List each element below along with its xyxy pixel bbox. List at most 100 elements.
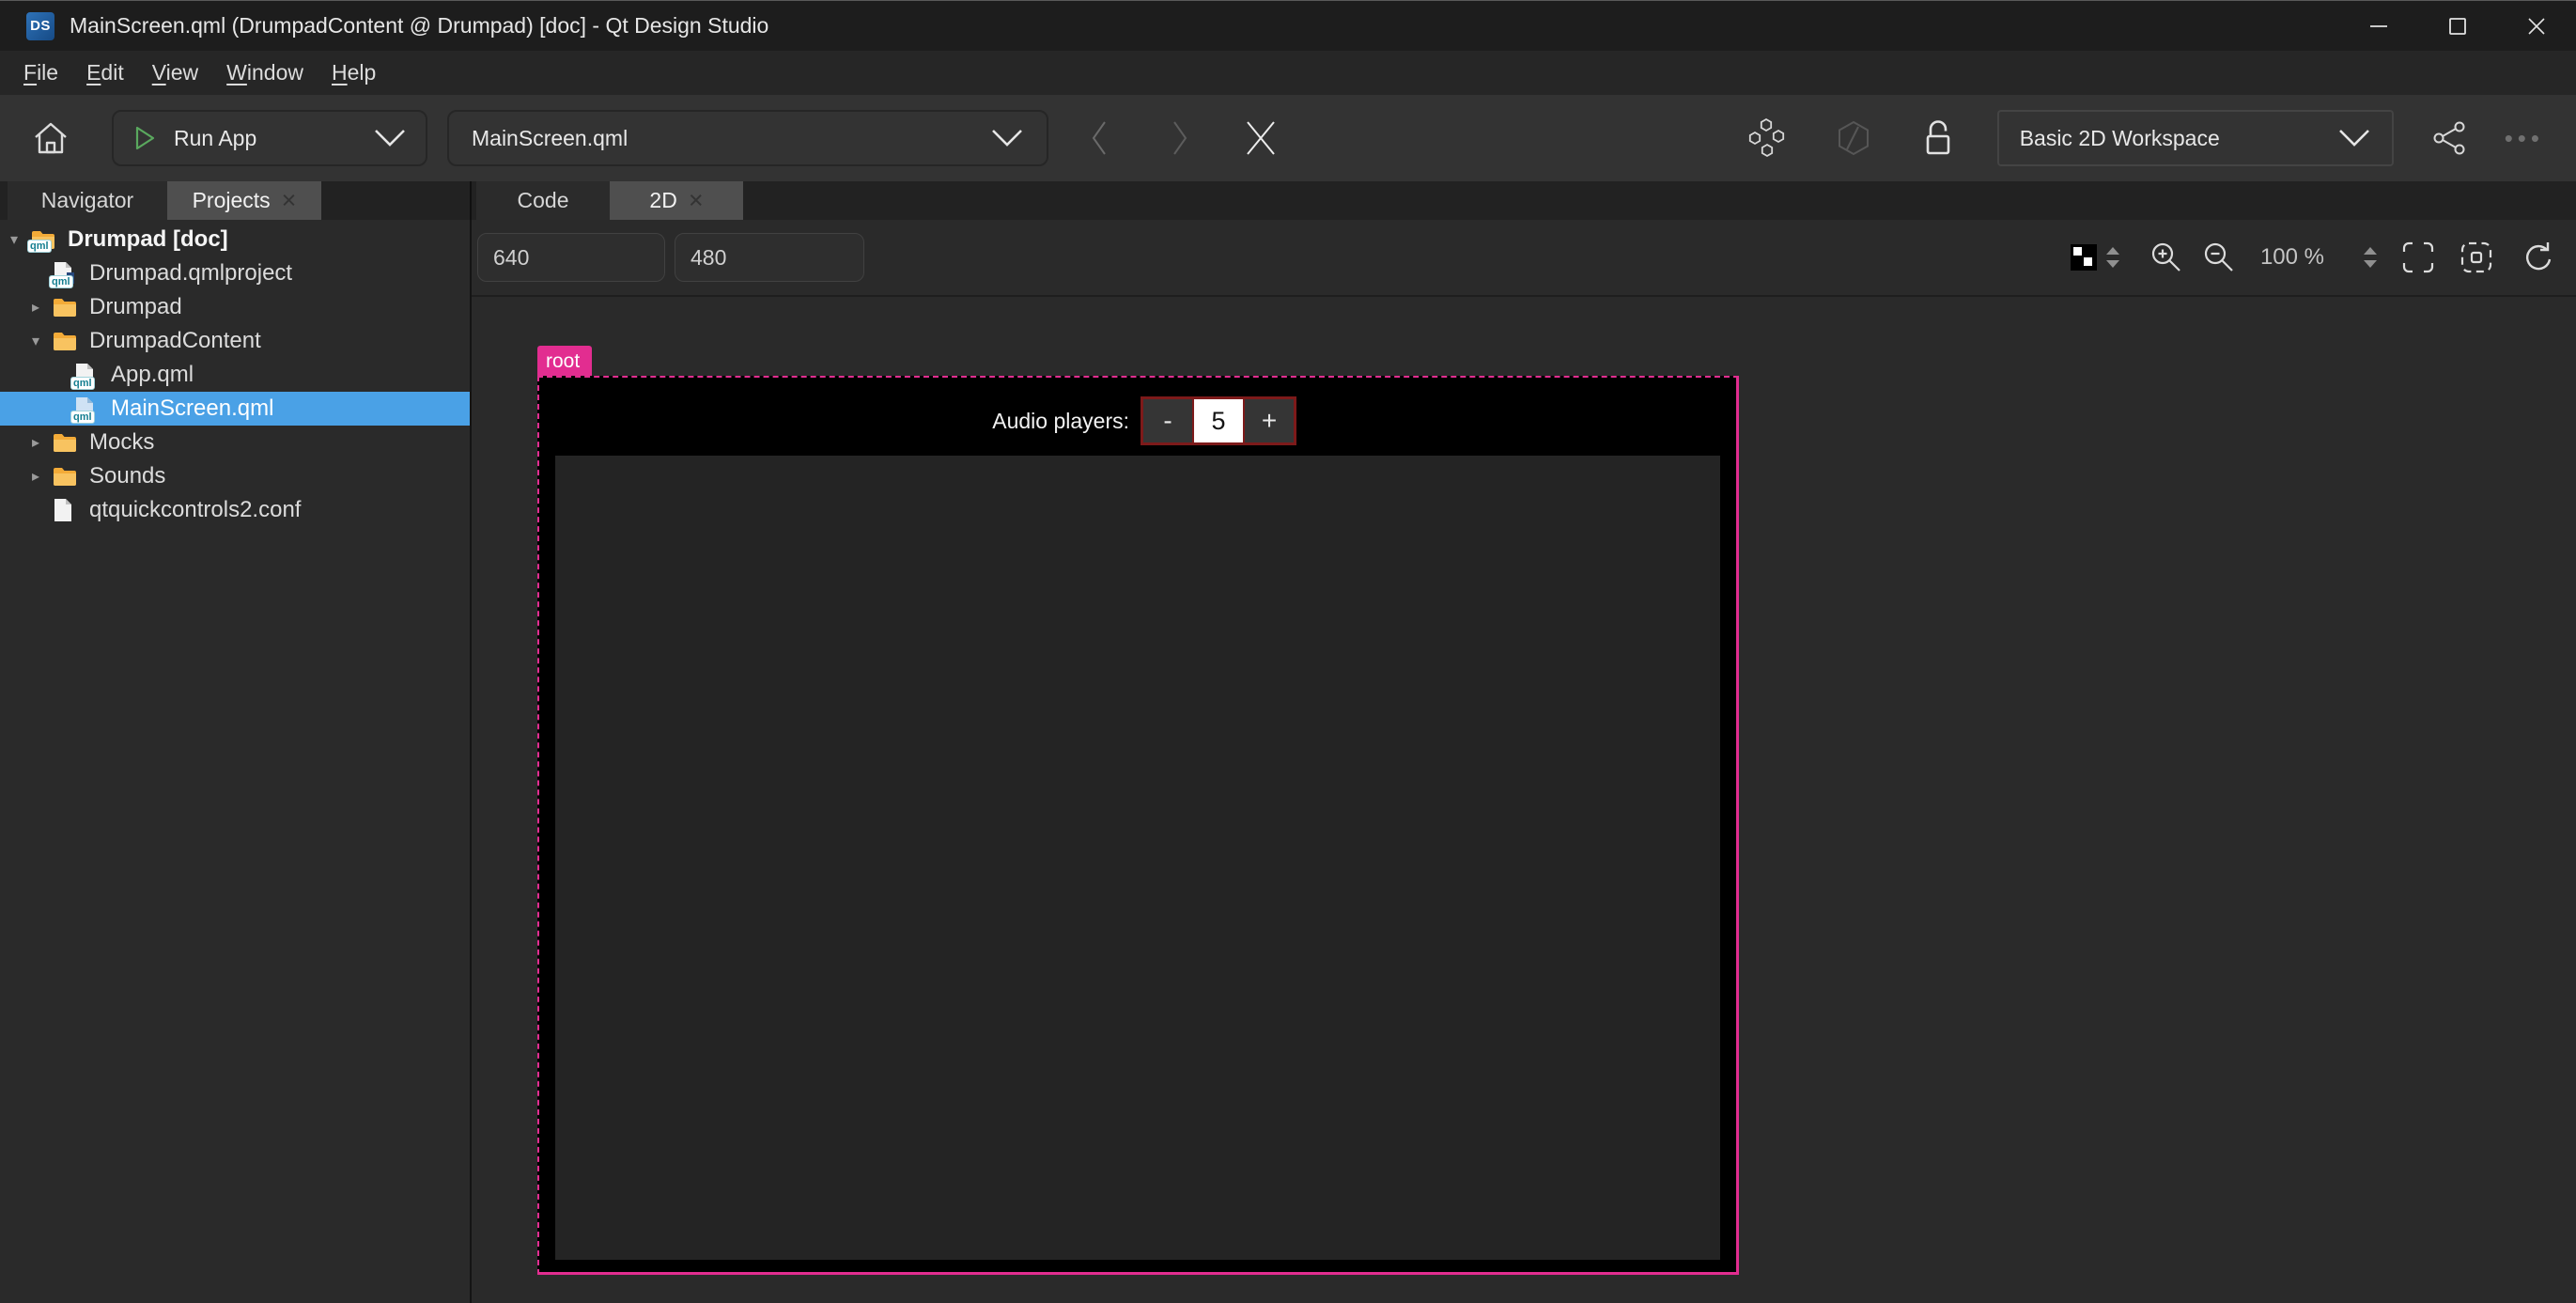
up-down-arrows-icon (2362, 244, 2379, 271)
drumpad-grid-area[interactable] (555, 456, 1720, 1260)
spin-increase-button[interactable]: + (1245, 399, 1294, 442)
root-item-tag[interactable]: root (537, 346, 592, 377)
spin-value[interactable]: 5 (1192, 399, 1245, 442)
expand-arrow[interactable]: ▸ (32, 433, 53, 452)
design-pane: 100 % (472, 220, 2576, 1303)
menu-file[interactable]: File (9, 60, 72, 85)
workspace-selector[interactable]: Basic 2D Workspace (1997, 110, 2394, 166)
close-icon[interactable]: × (689, 188, 704, 213)
minimize-button[interactable] (2339, 1, 2418, 51)
background-color-toggle[interactable] (2071, 244, 2097, 271)
tree-item-mainscreen-qml[interactable]: qml MainScreen.qml (0, 392, 470, 426)
tree-item-label: Mocks (89, 429, 154, 456)
tree-item-qtquickcontrols2-conf[interactable]: qtquickcontrols2.conf (0, 493, 470, 527)
left-panel-tabs: Navigator Projects × (0, 181, 470, 220)
zoom-out-button[interactable] (2202, 240, 2236, 274)
menu-help[interactable]: Help (318, 60, 390, 85)
chevron-down-icon[interactable] (990, 129, 1024, 147)
open-document-label: MainScreen.qml (472, 126, 628, 151)
zoom-in-icon (2149, 240, 2183, 274)
qml-folder-icon: qml (31, 229, 59, 250)
file-icon (53, 498, 81, 522)
menubar: File Edit View Window Help (0, 51, 2576, 95)
chevron-down-icon[interactable] (2337, 129, 2371, 147)
tree-item-app-qml[interactable]: qml App.qml (0, 358, 470, 392)
home-button[interactable] (24, 120, 77, 156)
tree-item-label: Drumpad.qmlproject (89, 260, 292, 287)
tab-code-label: Code (518, 188, 569, 213)
tab-2d[interactable]: 2D × (610, 181, 743, 220)
qml-file-icon: qml (74, 363, 102, 387)
menu-window[interactable]: Window (212, 60, 318, 85)
zoom-level-stepper[interactable] (2362, 244, 2379, 271)
canvas-height-input[interactable] (675, 233, 864, 282)
tab-projects-label: Projects (193, 188, 271, 213)
tree-item-drumpad-qmlproject[interactable]: qml Drumpad.qmlproject (0, 256, 470, 290)
reset-view-button[interactable] (2522, 240, 2553, 274)
tab-projects[interactable]: Projects × (167, 181, 321, 220)
fit-to-screen-button[interactable] (2401, 240, 2435, 274)
lock-button[interactable] (1916, 118, 1960, 158)
tree-item-sounds[interactable]: ▸ Sounds (0, 459, 470, 493)
more-options-button[interactable]: ••• (2505, 124, 2544, 153)
background-stepper[interactable] (2104, 244, 2121, 271)
close-document-button[interactable] (1240, 118, 1281, 158)
run-app-button[interactable]: Run App (112, 110, 427, 166)
canvas-area[interactable]: root Audio players: - 5 + (472, 297, 2576, 1303)
expand-arrow[interactable]: ▸ (32, 467, 53, 486)
qml-badge: qml (27, 240, 52, 253)
run-targets-button[interactable] (1746, 117, 1789, 159)
qml-root-frame[interactable]: Audio players: - 5 + (537, 376, 1739, 1275)
qml-badge: qml (70, 377, 95, 390)
zoom-to-selection-button[interactable] (2460, 240, 2493, 274)
open-document-selector[interactable]: MainScreen.qml (447, 110, 1048, 166)
menu-view[interactable]: View (138, 60, 212, 85)
maximize-button[interactable] (2418, 1, 2497, 51)
chevron-right-icon (1172, 119, 1188, 157)
qt-design-studio-window: DS MainScreen.qml (DrumpadContent @ Drum… (0, 0, 2576, 1303)
app-logo: DS (26, 12, 54, 40)
projects-panel: ▾ qml Drumpad [doc] qml Drumpad.qmlproje… (0, 220, 472, 1303)
fit-screen-icon (2401, 240, 2435, 274)
audio-players-label: Audio players: (992, 409, 1129, 434)
expand-arrow[interactable]: ▾ (32, 332, 53, 350)
zoom-in-button[interactable] (2149, 240, 2183, 274)
hexagon-slash-icon (1834, 118, 1873, 158)
unlock-icon (1922, 118, 1954, 158)
zoom-level-value[interactable]: 100 % (2260, 244, 2324, 271)
tree-item-label: Sounds (89, 463, 165, 489)
folder-icon (53, 297, 81, 318)
tab-navigator[interactable]: Navigator (8, 181, 167, 220)
chevron-down-icon[interactable] (373, 129, 407, 147)
folder-icon (53, 331, 81, 351)
tree-item-mocks[interactable]: ▸ Mocks (0, 426, 470, 459)
tree-item-drumpad-doc[interactable]: ▾ qml Drumpad [doc] (0, 223, 470, 256)
folder-icon (53, 432, 81, 453)
hexagon-cluster-icon (1746, 117, 1788, 159)
spin-decrease-button[interactable]: - (1143, 399, 1192, 442)
close-icon (1245, 118, 1277, 158)
tree-item-drumpadcontent[interactable]: ▾ DrumpadContent (0, 324, 470, 358)
tree-item-drumpad[interactable]: ▸ Drumpad (0, 290, 470, 324)
edit-mode-button[interactable] (1832, 118, 1875, 158)
workspace-label: Basic 2D Workspace (2020, 126, 2220, 151)
go-back-button[interactable] (1082, 119, 1116, 157)
canvas-width-input[interactable] (477, 233, 665, 282)
expand-arrow[interactable]: ▸ (32, 298, 53, 317)
project-tree: ▾ qml Drumpad [doc] qml Drumpad.qmlproje… (0, 223, 470, 527)
run-app-label: Run App (174, 126, 256, 151)
tree-item-label: Drumpad [doc] (68, 226, 228, 253)
tab-navigator-label: Navigator (41, 188, 133, 213)
close-button[interactable] (2497, 1, 2576, 51)
home-icon (32, 120, 70, 156)
audio-players-spinbox[interactable]: - 5 + (1141, 396, 1296, 445)
chevron-left-icon (1091, 119, 1108, 157)
go-forward-button[interactable] (1163, 119, 1197, 157)
close-icon[interactable]: × (282, 188, 297, 213)
menu-edit[interactable]: Edit (72, 60, 138, 85)
tab-code[interactable]: Code (476, 181, 610, 220)
zoom-out-icon (2202, 240, 2236, 274)
share-button[interactable] (2428, 120, 2471, 156)
audio-players-row: Audio players: - 5 + (539, 396, 1296, 445)
tree-item-label: qtquickcontrols2.conf (89, 497, 301, 523)
